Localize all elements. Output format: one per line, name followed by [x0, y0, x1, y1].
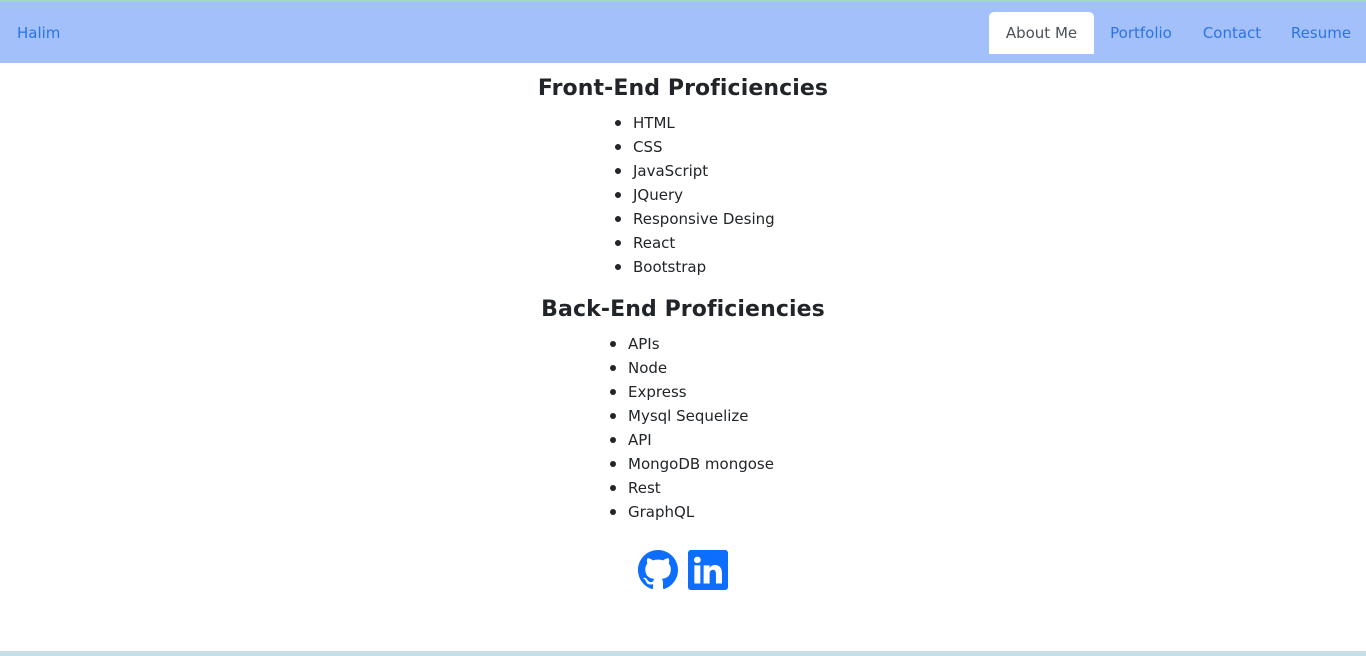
list-item: Rest: [610, 477, 774, 501]
list-item: MongoDB mongose: [610, 453, 774, 477]
list-item: APIs: [610, 333, 774, 357]
tab-about-me[interactable]: About Me: [989, 12, 1094, 54]
list-item: React: [615, 232, 775, 256]
github-link[interactable]: [638, 550, 678, 590]
brand-link[interactable]: Halim: [17, 24, 60, 42]
linkedin-icon: [688, 550, 728, 590]
back-end-list: APIs Node Express Mysql Sequelize API Mo…: [610, 333, 774, 525]
front-end-title: Front-End Proficiencies: [537, 76, 829, 101]
list-item: Express: [610, 381, 774, 405]
navbar: Halim About Me Portfolio Contact Resume: [0, 2, 1366, 63]
tab-portfolio[interactable]: Portfolio: [1100, 12, 1182, 54]
list-item: JavaScript: [615, 160, 775, 184]
list-item: JQuery: [615, 184, 775, 208]
front-end-list: HTML CSS JavaScript JQuery Responsive De…: [615, 112, 775, 280]
tab-contact[interactable]: Contact: [1193, 12, 1271, 54]
list-item: GraphQL: [610, 501, 774, 525]
bottom-border: [0, 651, 1366, 656]
back-end-title: Back-End Proficiencies: [541, 297, 825, 322]
tab-resume[interactable]: Resume: [1282, 12, 1360, 54]
list-item: HTML: [615, 112, 775, 136]
list-item: API: [610, 429, 774, 453]
list-item: Node: [610, 357, 774, 381]
list-item: Bootstrap: [615, 256, 775, 280]
list-item: CSS: [615, 136, 775, 160]
linkedin-link[interactable]: [688, 550, 728, 590]
list-item: Responsive Desing: [615, 208, 775, 232]
github-icon: [638, 550, 678, 590]
list-item: Mysql Sequelize: [610, 405, 774, 429]
